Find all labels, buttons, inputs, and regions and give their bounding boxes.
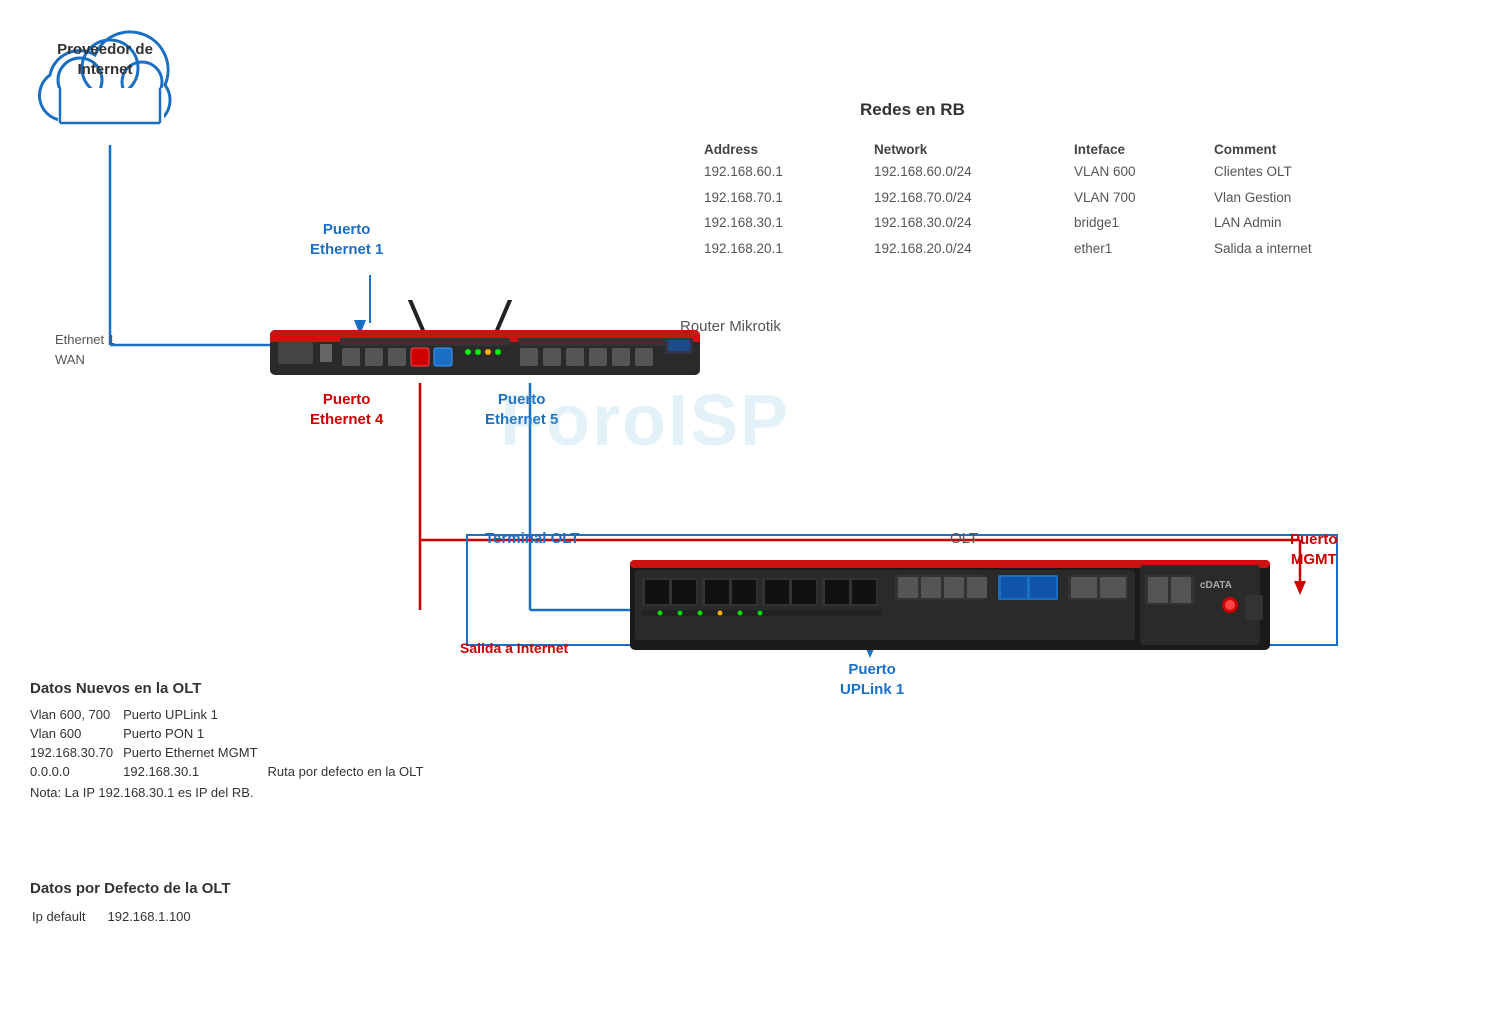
redes-rb-table: AddressNetworkIntefaceComment 192.168.60.… bbox=[700, 140, 1410, 261]
datos-defecto-section: Datos por Defecto de la OLT Ip default19… bbox=[30, 880, 231, 928]
redes-cell: VLAN 700 bbox=[1070, 185, 1210, 211]
redes-cell: 192.168.60.1 bbox=[700, 159, 870, 185]
table-cell: 0.0.0.0 bbox=[30, 762, 123, 781]
table-cell: Puerto Ethernet MGMT bbox=[123, 743, 267, 762]
datos-nuevos-section: Datos Nuevos en la OLT Vlan 600, 700Puer… bbox=[30, 680, 433, 800]
table-cell: Puerto UPLink 1 bbox=[123, 705, 267, 724]
redes-cell: LAN Admin bbox=[1210, 210, 1410, 236]
table-cell: Ip default bbox=[32, 907, 106, 926]
redes-rb-title: Redes en RB bbox=[860, 100, 965, 120]
table-cell: 192.168.1.100 bbox=[108, 907, 211, 926]
terminal-olt-label: Terminal OLT bbox=[485, 530, 579, 547]
table-row: Ip default192.168.1.100 bbox=[32, 907, 211, 926]
puerto-uplink-label: Puerto UPLink 1 bbox=[840, 660, 904, 699]
redes-cell: 192.168.70.0/24 bbox=[870, 185, 1070, 211]
datos-nuevos-note: Nota: La IP 192.168.30.1 es IP del RB. bbox=[30, 785, 433, 800]
table-cell: Puerto PON 1 bbox=[123, 724, 267, 743]
redes-cell: 192.168.30.0/24 bbox=[870, 210, 1070, 236]
redes-cell: Clientes OLT bbox=[1210, 159, 1410, 185]
router-device bbox=[270, 300, 700, 380]
redes-cell: VLAN 600 bbox=[1070, 159, 1210, 185]
redes-cell: bridge1 bbox=[1070, 210, 1210, 236]
puerto-eth5-label: Puerto Ethernet 5 bbox=[485, 390, 558, 429]
table-row: 192.168.30.70Puerto Ethernet MGMT bbox=[30, 743, 433, 762]
redes-cell: 192.168.30.1 bbox=[700, 210, 870, 236]
datos-nuevos-table: Vlan 600, 700Puerto UPLink 1Vlan 600Puer… bbox=[30, 705, 433, 781]
salida-internet-label: Salida a Internet bbox=[460, 640, 568, 656]
table-cell bbox=[268, 705, 434, 724]
puerto-eth1-label: Puerto Ethernet 1 bbox=[310, 220, 383, 259]
redes-col-header: Address bbox=[700, 140, 870, 159]
redes-col-header: Inteface bbox=[1070, 140, 1210, 159]
redes-cell: 192.168.60.0/24 bbox=[870, 159, 1070, 185]
table-cell: Ruta por defecto en la OLT bbox=[268, 762, 434, 781]
table-cell bbox=[268, 724, 434, 743]
olt-label: OLT bbox=[950, 530, 978, 547]
puerto-mgmt-label: Puerto MGMT bbox=[1290, 530, 1338, 569]
table-cell: 192.168.30.70 bbox=[30, 743, 123, 762]
redes-col-header: Comment bbox=[1210, 140, 1410, 159]
table-row: Vlan 600Puerto PON 1 bbox=[30, 724, 433, 743]
redes-cell: 192.168.20.1 bbox=[700, 236, 870, 262]
table-row: 0.0.0.0192.168.30.1Ruta por defecto en l… bbox=[30, 762, 433, 781]
table-cell: 192.168.30.1 bbox=[123, 762, 267, 781]
table-cell: Vlan 600, 700 bbox=[30, 705, 123, 724]
datos-defecto-table: Ip default192.168.1.100 bbox=[30, 905, 213, 928]
redes-cell: 192.168.20.0/24 bbox=[870, 236, 1070, 262]
puerto-eth4-label: Puerto Ethernet 4 bbox=[310, 390, 383, 429]
table-cell bbox=[268, 743, 434, 762]
redes-cell: Vlan Gestion bbox=[1210, 185, 1410, 211]
datos-nuevos-title: Datos Nuevos en la OLT bbox=[30, 680, 433, 697]
olt-device: cDATA bbox=[630, 560, 1270, 650]
table-row: Vlan 600, 700Puerto UPLink 1 bbox=[30, 705, 433, 724]
redes-col-header: Network bbox=[870, 140, 1070, 159]
table-cell: Vlan 600 bbox=[30, 724, 123, 743]
cloud-label: Proveedor de Internet bbox=[45, 40, 165, 79]
redes-cell: ether1 bbox=[1070, 236, 1210, 262]
redes-cell: 192.168.70.1 bbox=[700, 185, 870, 211]
datos-defecto-title: Datos por Defecto de la OLT bbox=[30, 880, 231, 897]
svg-text:cDATA: cDATA bbox=[1200, 580, 1232, 591]
eth1-wan-label: Ethernet 1 WAN bbox=[55, 330, 115, 369]
redes-cell: Salida a internet bbox=[1210, 236, 1410, 262]
